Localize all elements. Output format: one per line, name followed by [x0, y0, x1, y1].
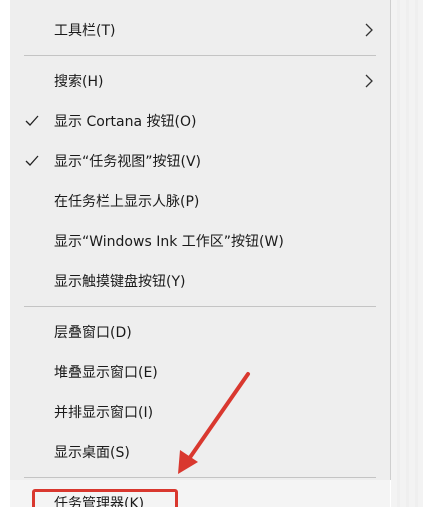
menu-item-show-windows-ink-button[interactable]: 显示“Windows Ink 工作区”按钮(W)	[10, 221, 390, 261]
menu-item-label: 显示“任务视图”按钮(V)	[54, 154, 202, 170]
task-manager-highlight-box	[32, 489, 178, 507]
menu-item-show-cortana-button[interactable]: 显示 Cortana 按钮(O)	[10, 101, 390, 141]
menu-separator	[24, 55, 376, 56]
menu-item-label: 显示触摸键盘按钮(Y)	[54, 274, 186, 290]
chevron-right-icon	[365, 74, 373, 88]
menu-item-label: 工具栏(T)	[54, 23, 116, 39]
menu-item-label: 在任务栏上显示人脉(P)	[54, 194, 200, 210]
screenshot-stage: 工具栏(T) 搜索(H) 显示 Cortana 按钮(O) 显示“任务视图”按钮…	[0, 0, 423, 507]
menu-item-label: 显示桌面(S)	[54, 445, 130, 461]
menu-item-label: 显示 Cortana 按钮(O)	[54, 114, 197, 130]
menu-item-toolbars[interactable]: 工具栏(T)	[10, 10, 390, 50]
menu-item-search[interactable]: 搜索(H)	[10, 61, 390, 101]
red-arrow-icon	[178, 372, 250, 474]
menu-item-label: 堆叠显示窗口(E)	[54, 365, 158, 381]
menu-item-label: 层叠窗口(D)	[54, 325, 132, 341]
menu-item-label: 显示“Windows Ink 工作区”按钮(W)	[54, 234, 284, 250]
check-icon	[25, 155, 39, 166]
menu-item-label: 搜索(H)	[54, 74, 104, 90]
chevron-right-icon	[365, 23, 373, 37]
menu-item-show-task-view-button[interactable]: 显示“任务视图”按钮(V)	[10, 141, 390, 181]
left-edge	[0, 0, 10, 507]
menu-separator	[24, 306, 376, 307]
menu-item-show-touch-keyboard-button[interactable]: 显示触摸键盘按钮(Y)	[10, 261, 390, 301]
check-icon	[25, 115, 39, 126]
menu-item-cascade-windows[interactable]: 层叠窗口(D)	[10, 312, 390, 352]
menu-item-show-people[interactable]: 在任务栏上显示人脉(P)	[10, 181, 390, 221]
menu-item-label: 并排显示窗口(I)	[54, 405, 154, 421]
desktop-background	[391, 0, 423, 507]
